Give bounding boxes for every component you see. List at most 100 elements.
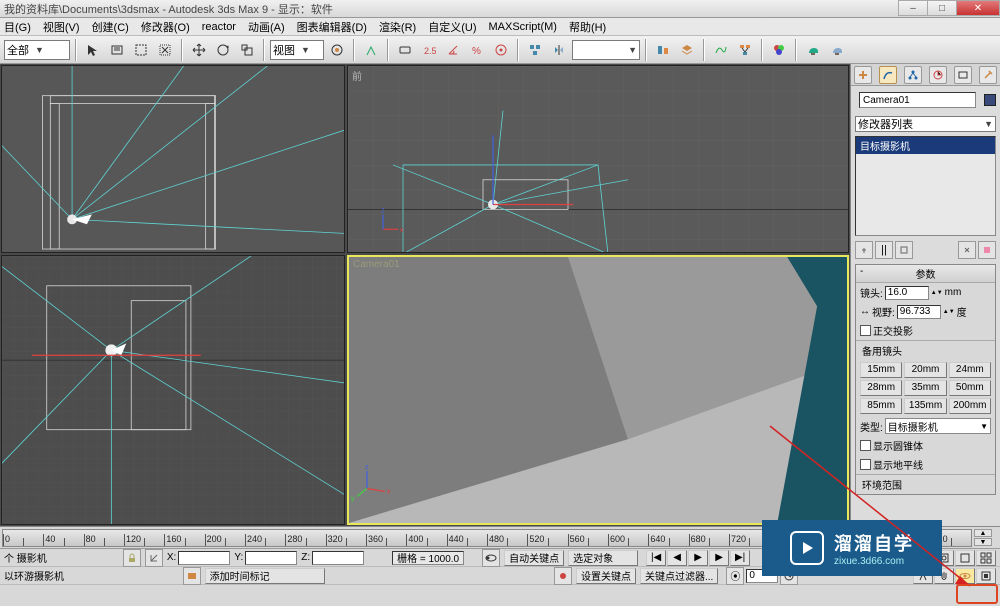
comm-center-icon[interactable] xyxy=(183,567,201,585)
stack-item-camera[interactable]: 目标摄影机 xyxy=(856,137,995,154)
lens-input[interactable] xyxy=(885,286,929,300)
viewport-top[interactable] xyxy=(1,65,345,253)
menu-create[interactable]: 创建(C) xyxy=(92,19,129,35)
maximize-button[interactable]: □ xyxy=(927,0,957,16)
spinner-snap-icon[interactable] xyxy=(490,39,512,61)
render-scene-icon[interactable] xyxy=(802,39,824,61)
fov-spinner[interactable]: ▲▼ xyxy=(943,309,955,315)
fov-dir-icon[interactable]: ↔ xyxy=(860,306,870,317)
lens-85[interactable]: 85mm xyxy=(860,398,902,414)
lens-135[interactable]: 135mm xyxy=(904,398,946,414)
schematic-view-icon[interactable] xyxy=(734,39,756,61)
params-header[interactable]: -参数 xyxy=(856,265,995,283)
camera-type-dropdown[interactable]: 目标摄影机▼ xyxy=(885,418,991,434)
layers-icon[interactable] xyxy=(676,39,698,61)
set-key-icon[interactable] xyxy=(554,567,572,585)
align-icon[interactable] xyxy=(652,39,674,61)
utilities-tab-icon[interactable] xyxy=(979,66,997,84)
window-crossing-icon[interactable] xyxy=(154,39,176,61)
named-selection-dropdown[interactable]: ▼ xyxy=(572,40,640,60)
selection-filter-dropdown[interactable]: 全部▼ xyxy=(4,40,70,60)
z-coord-input[interactable] xyxy=(312,551,364,565)
menu-modifiers[interactable]: 修改器(O) xyxy=(141,19,190,35)
show-cone-checkbox[interactable] xyxy=(860,440,871,451)
abs-coord-icon[interactable] xyxy=(145,549,163,567)
close-button[interactable]: ✕ xyxy=(956,0,1000,16)
menu-render[interactable]: 渲染(R) xyxy=(379,19,416,35)
create-tab-icon[interactable] xyxy=(854,66,872,84)
select-region-icon[interactable] xyxy=(130,39,152,61)
hierarchy-tab-icon[interactable] xyxy=(904,66,922,84)
menu-file[interactable]: 目(G) xyxy=(4,19,31,35)
key-filters-button[interactable]: 关键点过滤器... xyxy=(640,568,718,584)
snap-toggle-icon[interactable]: 2.5 xyxy=(418,39,440,61)
menu-reactor[interactable]: reactor xyxy=(202,21,236,33)
lens-spinner[interactable]: ▲▼ xyxy=(931,290,943,296)
lens-50[interactable]: 50mm xyxy=(949,380,991,396)
display-tab-icon[interactable] xyxy=(954,66,972,84)
maximize-viewport-icon[interactable] xyxy=(976,568,996,584)
lens-20[interactable]: 20mm xyxy=(904,362,946,378)
zoom-extents-all-icon[interactable] xyxy=(976,550,996,566)
make-unique-icon[interactable] xyxy=(895,241,913,259)
remove-modifier-icon[interactable] xyxy=(958,241,976,259)
curve-editor-icon[interactable] xyxy=(710,39,732,61)
pivot-icon[interactable] xyxy=(326,39,348,61)
configure-sets-icon[interactable] xyxy=(978,241,996,259)
percent-snap-icon[interactable]: % xyxy=(466,39,488,61)
select-icon[interactable] xyxy=(82,39,104,61)
viewport-front[interactable]: 前 x z xyxy=(347,65,849,253)
pin-stack-icon[interactable] xyxy=(855,241,873,259)
show-horizon-checkbox[interactable] xyxy=(860,459,871,470)
angle-snap-icon[interactable] xyxy=(442,39,464,61)
modify-tab-icon[interactable] xyxy=(879,66,897,84)
key-mode-icon[interactable] xyxy=(482,549,500,567)
add-time-tag[interactable]: 添加时间标记 xyxy=(205,568,325,584)
menu-maxscript[interactable]: MAXScript(M) xyxy=(489,21,557,33)
menu-help[interactable]: 帮助(H) xyxy=(569,19,606,35)
goto-start-icon[interactable]: |◀ xyxy=(646,550,666,566)
keyboard-shortcut-icon[interactable] xyxy=(394,39,416,61)
auto-key-button[interactable]: 自动关键点 xyxy=(504,550,564,566)
named-sets-icon[interactable] xyxy=(524,39,546,61)
lens-15[interactable]: 15mm xyxy=(860,362,902,378)
lens-35[interactable]: 35mm xyxy=(904,380,946,396)
lens-200[interactable]: 200mm xyxy=(949,398,991,414)
rotate-icon[interactable] xyxy=(212,39,234,61)
orbit-icon[interactable] xyxy=(955,568,975,584)
mirror-icon[interactable] xyxy=(548,39,570,61)
ortho-checkbox[interactable] xyxy=(860,325,871,336)
lens-28[interactable]: 28mm xyxy=(860,380,902,396)
time-config-down-icon[interactable]: ▼ xyxy=(974,538,992,546)
motion-tab-icon[interactable] xyxy=(929,66,947,84)
zoom-extents-icon[interactable] xyxy=(955,550,975,566)
fov-input[interactable] xyxy=(897,305,941,319)
viewport-camera[interactable]: Camera01 x z y xyxy=(347,255,849,525)
set-key-button[interactable]: 设置关键点 xyxy=(576,568,636,584)
material-editor-icon[interactable] xyxy=(768,39,790,61)
time-config-up-icon[interactable]: ▲ xyxy=(974,529,992,537)
key-step-icon[interactable]: ⦿ xyxy=(726,567,744,585)
scale-icon[interactable] xyxy=(236,39,258,61)
prev-frame-icon[interactable]: ◀ xyxy=(667,550,687,566)
modifier-list-dropdown[interactable]: 修改器列表▼ xyxy=(855,116,996,132)
select-name-icon[interactable] xyxy=(106,39,128,61)
x-coord-input[interactable] xyxy=(178,551,230,565)
viewport-left[interactable] xyxy=(1,255,345,525)
ref-coord-dropdown[interactable]: 视图▼ xyxy=(270,40,324,60)
menu-animation[interactable]: 动画(A) xyxy=(248,19,285,35)
goto-end-icon[interactable]: ▶| xyxy=(730,550,750,566)
y-coord-input[interactable] xyxy=(245,551,297,565)
menu-view[interactable]: 视图(V) xyxy=(43,19,80,35)
minimize-button[interactable]: – xyxy=(898,0,928,16)
manipulate-icon[interactable] xyxy=(360,39,382,61)
play-icon[interactable]: ▶ xyxy=(688,550,708,566)
lock-selection-icon[interactable] xyxy=(123,549,141,567)
object-color-swatch[interactable] xyxy=(984,94,996,106)
next-frame-icon[interactable]: ▶ xyxy=(709,550,729,566)
modifier-stack[interactable]: 目标摄影机 xyxy=(855,136,996,236)
lens-24[interactable]: 24mm xyxy=(949,362,991,378)
menu-customize[interactable]: 自定义(U) xyxy=(428,19,476,35)
move-icon[interactable] xyxy=(188,39,210,61)
menu-graph[interactable]: 图表编辑器(D) xyxy=(297,19,367,35)
